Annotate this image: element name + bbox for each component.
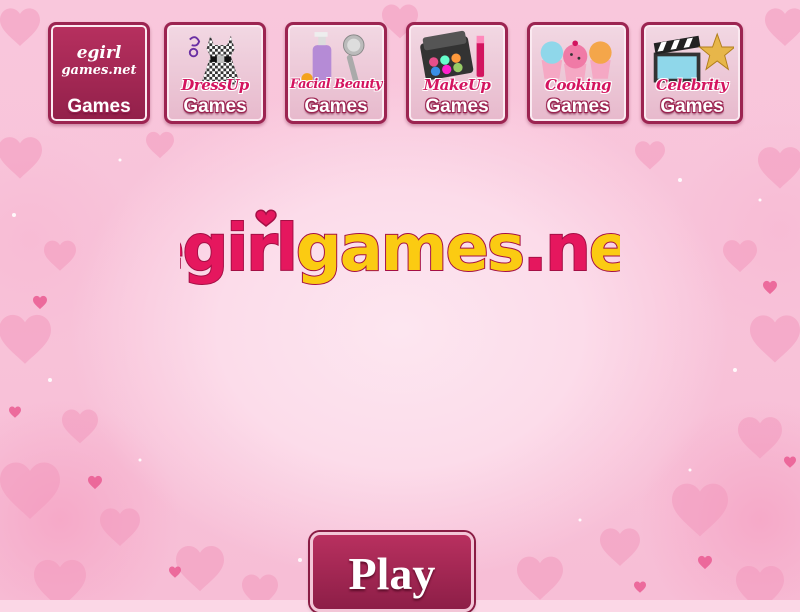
egirlgames-home-tile[interactable]: egirl games.net Games — [48, 22, 150, 124]
play-button-label: Play — [348, 548, 436, 599]
dressup-games-tile[interactable]: DressUp Games — [164, 22, 266, 124]
brand-line-1: egirl — [76, 43, 122, 63]
tile-label: Games — [304, 96, 368, 117]
tile-label: Games — [660, 96, 724, 117]
tile-label: Games — [67, 96, 131, 117]
tile-script: Celebrity — [656, 76, 728, 94]
tile-script: MakeUp — [423, 76, 491, 94]
tile-script: Facial Beauty — [290, 77, 382, 92]
logo-text: egirlgames.net — [180, 212, 620, 286]
tile-script: Cooking — [545, 76, 611, 94]
egirlgames-tile-brand: egirl games.net — [51, 45, 147, 79]
makeup-games-tile[interactable]: MakeUp Games — [406, 22, 508, 124]
brand-line-2: games.net — [61, 63, 137, 78]
play-button[interactable]: Play — [310, 532, 474, 612]
egirlgames-logo: egirlgames.net — [180, 196, 620, 296]
tile-label: Games — [546, 96, 610, 117]
tile-script: DressUp — [181, 76, 249, 94]
facial-beauty-games-tile[interactable]: Facial Beauty Games — [285, 22, 387, 124]
tile-label: Games — [425, 96, 489, 117]
cooking-games-tile[interactable]: Cooking Games — [527, 22, 629, 124]
celebrity-games-tile[interactable]: Celebrity Games — [641, 22, 743, 124]
tile-label: Games — [183, 96, 247, 117]
